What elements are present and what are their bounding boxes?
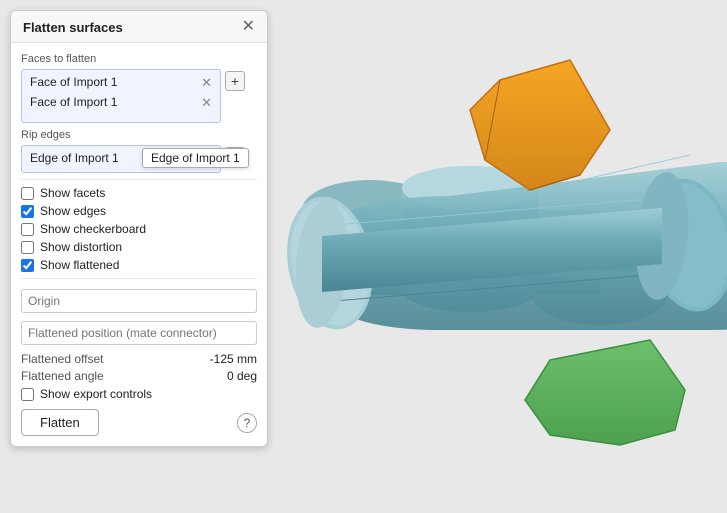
- close-button[interactable]: ✕: [240, 19, 257, 35]
- show-facets-checkbox[interactable]: [21, 187, 34, 200]
- show-distortion-label[interactable]: Show distortion: [40, 240, 122, 254]
- show-flattened-label[interactable]: Show flattened: [40, 258, 119, 272]
- divider-1: [21, 179, 257, 180]
- show-checkerboard-label[interactable]: Show checkerboard: [40, 222, 146, 236]
- rip-edges-container: Edge of Import 1 ⬕ Edge of Import 1 +: [21, 145, 257, 173]
- flattened-offset-value: -125 mm: [210, 352, 257, 366]
- show-flattened-row: Show flattened: [21, 258, 257, 272]
- flattened-angle-value: 0 deg: [227, 369, 257, 383]
- flattened-offset-label: Flattened offset: [21, 352, 104, 366]
- show-facets-row: Show facets: [21, 186, 257, 200]
- faces-to-flatten-label: Faces to flatten: [21, 53, 257, 65]
- bottom-actions-row: Flatten ?: [21, 409, 257, 436]
- show-distortion-checkbox[interactable]: [21, 241, 34, 254]
- edge-tooltip: Edge of Import 1: [142, 148, 249, 168]
- show-distortion-row: Show distortion: [21, 240, 257, 254]
- flattened-angle-label: Flattened angle: [21, 369, 104, 383]
- flatten-surfaces-panel: Flatten surfaces ✕ Faces to flatten Face…: [10, 10, 268, 447]
- show-edges-checkbox[interactable]: [21, 205, 34, 218]
- show-export-controls-label[interactable]: Show export controls: [40, 387, 152, 401]
- show-checkerboard-checkbox[interactable]: [21, 223, 34, 236]
- show-edges-row: Show edges: [21, 204, 257, 218]
- scene-3d: [270, 0, 727, 513]
- panel-header: Flatten surfaces ✕: [11, 11, 267, 43]
- panel-body: Faces to flatten Face of Import 1 ✕ Face…: [11, 43, 267, 446]
- divider-2: [21, 278, 257, 279]
- flattened-angle-row: Flattened angle 0 deg: [21, 369, 257, 383]
- faces-add-button[interactable]: +: [225, 71, 245, 91]
- faces-to-flatten-container: Face of Import 1 ✕ Face of Import 1 ✕ +: [21, 69, 257, 123]
- rip-edges-label: Rip edges: [21, 129, 257, 141]
- flatten-button[interactable]: Flatten: [21, 409, 99, 436]
- origin-input[interactable]: [21, 289, 257, 313]
- show-facets-label[interactable]: Show facets: [40, 186, 105, 200]
- show-export-controls-row: Show export controls: [21, 387, 257, 401]
- faces-to-flatten-listbox[interactable]: Face of Import 1 ✕ Face of Import 1 ✕: [21, 69, 221, 123]
- panel-title: Flatten surfaces: [23, 20, 123, 35]
- show-edges-label[interactable]: Show edges: [40, 204, 106, 218]
- face-item-1-remove[interactable]: ✕: [201, 76, 212, 89]
- flattened-offset-row: Flattened offset -125 mm: [21, 352, 257, 366]
- show-checkerboard-row: Show checkerboard: [21, 222, 257, 236]
- show-export-controls-checkbox[interactable]: [21, 388, 34, 401]
- face-item-1: Face of Import 1 ✕: [24, 72, 218, 92]
- help-button[interactable]: ?: [237, 413, 257, 433]
- flatten-position-input[interactable]: [21, 321, 257, 345]
- face-item-2: Face of Import 1 ✕: [24, 92, 218, 112]
- show-flattened-checkbox[interactable]: [21, 259, 34, 272]
- rip-edges-listbox[interactable]: Edge of Import 1 ⬕ Edge of Import 1: [21, 145, 221, 173]
- face-item-2-remove[interactable]: ✕: [201, 96, 212, 109]
